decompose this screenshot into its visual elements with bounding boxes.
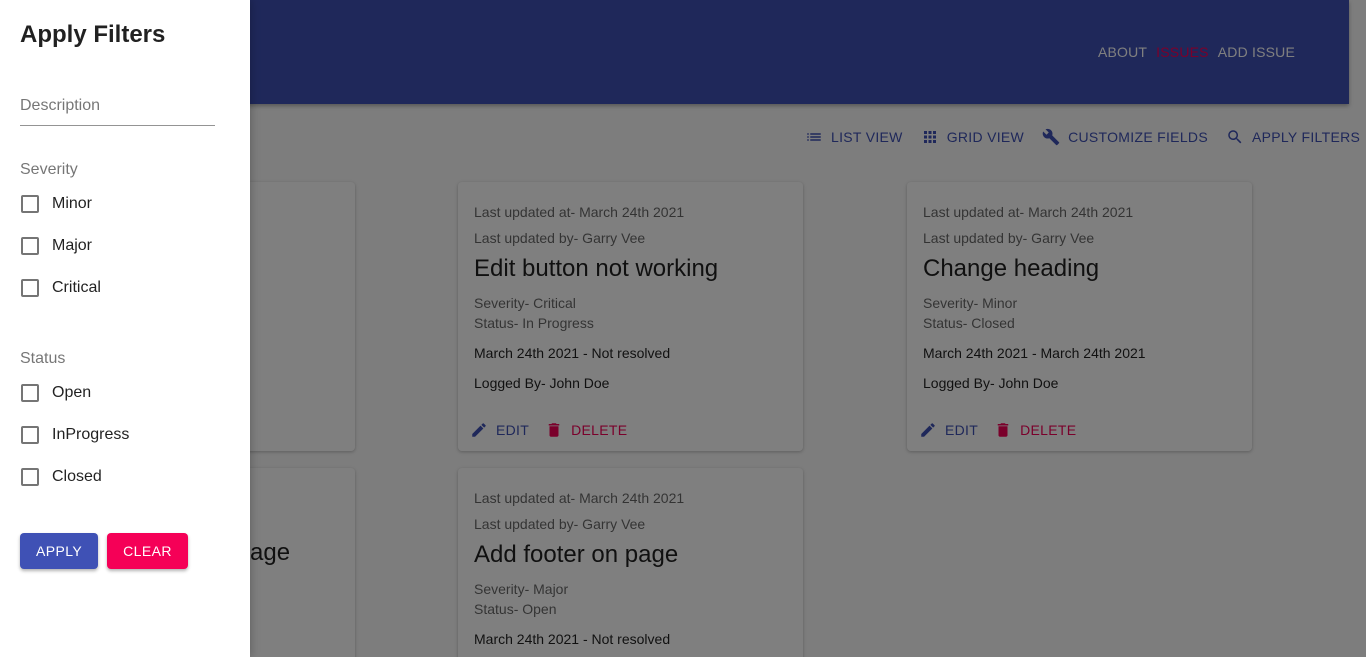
apply-button[interactable]: APPLY	[20, 533, 98, 569]
checkbox-box[interactable]	[21, 384, 39, 402]
checkbox-box[interactable]	[21, 279, 39, 297]
severity-critical-checkbox[interactable]: Critical	[20, 267, 230, 309]
checkbox-box[interactable]	[21, 237, 39, 255]
checkbox-label: Closed	[52, 468, 102, 485]
drawer-title: Apply Filters	[20, 21, 166, 48]
description-field	[20, 93, 215, 126]
clear-button[interactable]: CLEAR	[107, 533, 188, 569]
checkbox-box[interactable]	[21, 468, 39, 486]
filter-drawer: Apply Filters Severity Minor Major Criti…	[0, 0, 250, 657]
checkbox-label: Major	[52, 237, 93, 254]
severity-options: Minor Major Critical	[20, 183, 230, 309]
status-closed-checkbox[interactable]: Closed	[20, 456, 230, 498]
checkbox-label: InProgress	[52, 426, 130, 443]
checkbox-label: Critical	[52, 279, 101, 296]
checkbox-box[interactable]	[21, 426, 39, 444]
status-options: Open InProgress Closed	[20, 372, 230, 498]
severity-minor-checkbox[interactable]: Minor	[20, 183, 230, 225]
checkbox-label: Minor	[52, 195, 93, 212]
status-inprogress-checkbox[interactable]: InProgress	[20, 414, 230, 456]
checkbox-label: Open	[52, 384, 92, 401]
description-input[interactable]	[20, 93, 215, 123]
status-label: Status	[20, 350, 66, 367]
checkbox-box[interactable]	[21, 195, 39, 213]
status-open-checkbox[interactable]: Open	[20, 372, 230, 414]
filter-buttons: APPLY CLEAR	[20, 533, 230, 569]
severity-label: Severity	[20, 161, 78, 178]
severity-major-checkbox[interactable]: Major	[20, 225, 230, 267]
